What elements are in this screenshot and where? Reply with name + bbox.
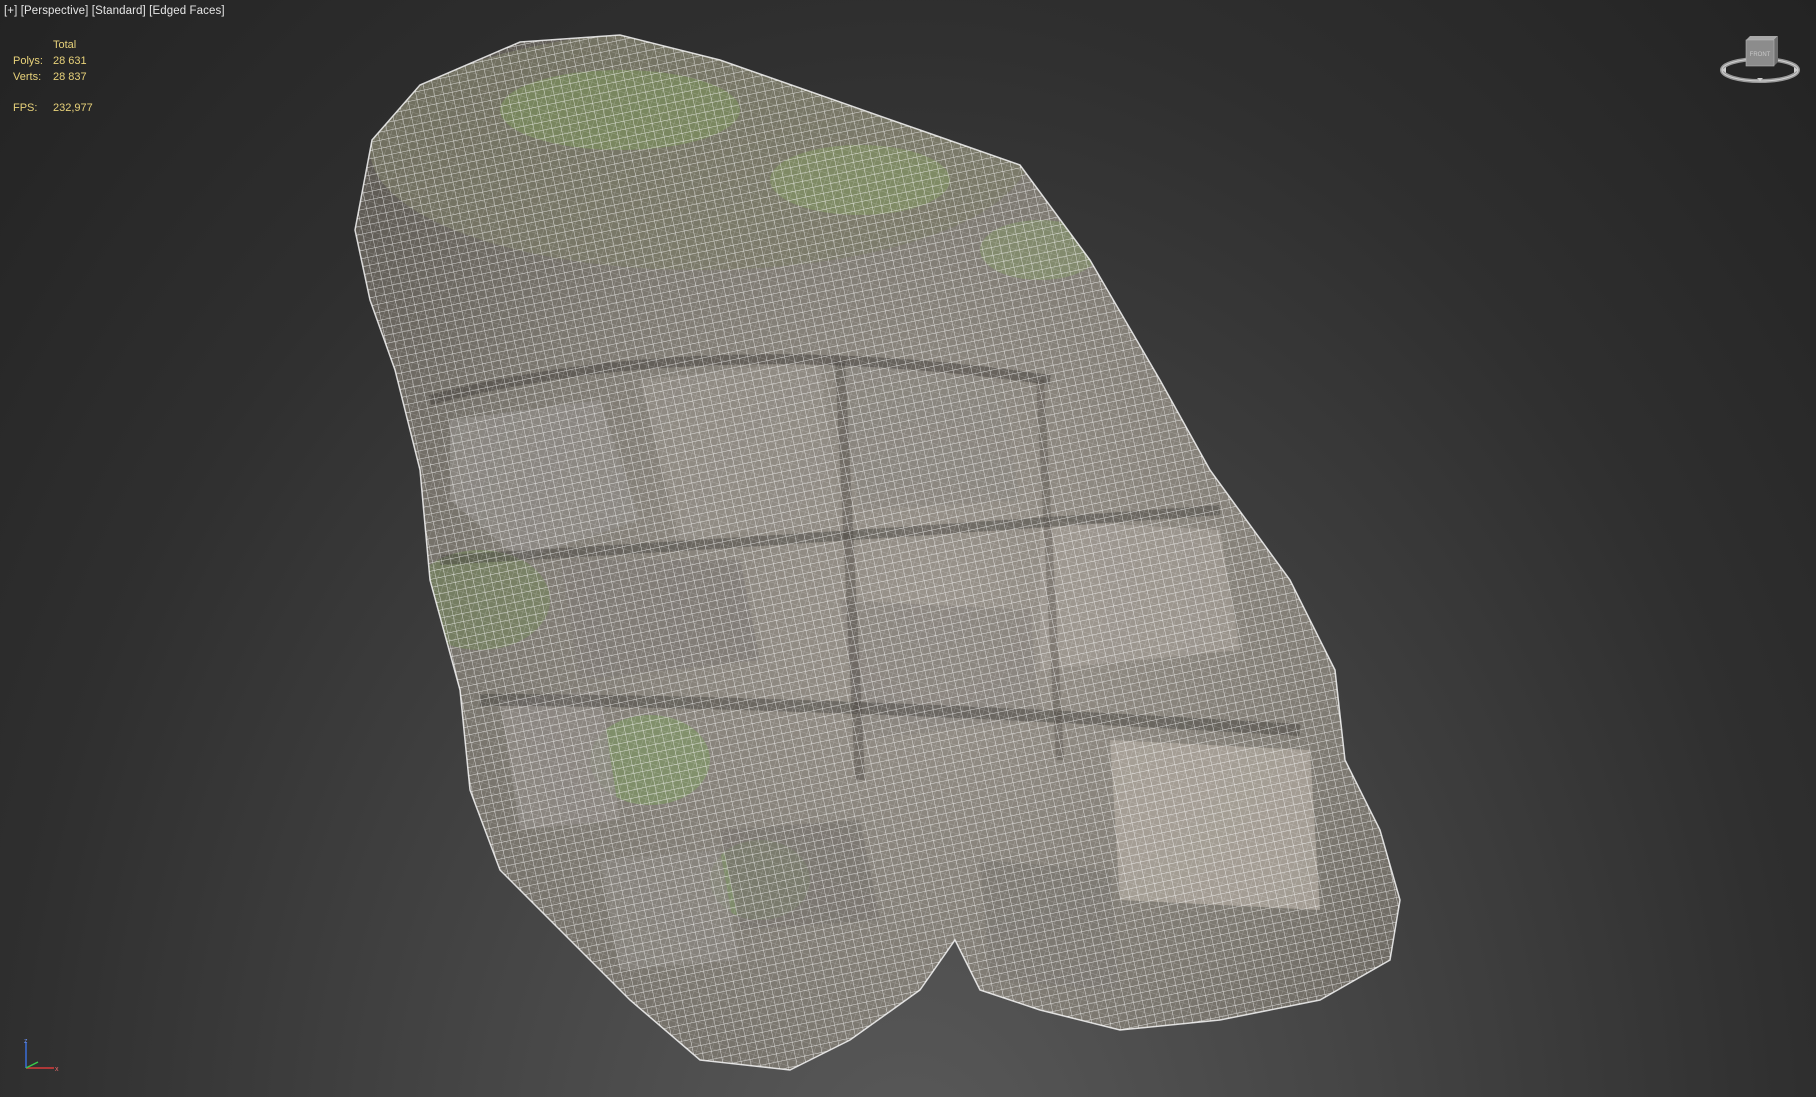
viewport-label: [+] [Perspective] [Standard] [Edged Face… (4, 5, 225, 17)
rock-mesh[interactable] (0, 0, 1816, 1097)
axis-tripod-icon: z x (24, 1038, 59, 1073)
viewcube-icon[interactable]: FRONT (1718, 30, 1802, 96)
verts-label: Verts: (13, 71, 42, 83)
viewport-menu-plus[interactable]: [+] (4, 5, 17, 17)
fps-value: 232,977 (53, 102, 93, 114)
polys-label: Polys: (13, 55, 43, 67)
svg-text:z: z (24, 1038, 28, 1045)
viewport-shading-standard[interactable]: [Standard] (92, 5, 146, 17)
fps-label: FPS: (13, 102, 38, 114)
viewcube-front-label[interactable]: FRONT (1750, 52, 1771, 58)
polys-value: 28 631 (53, 55, 87, 67)
stats-header: Total (53, 39, 77, 51)
svg-text:x: x (55, 1066, 59, 1073)
viewport-point-of-view[interactable]: [Perspective] (21, 5, 89, 17)
viewport-shading-edged-faces[interactable]: [Edged Faces] (149, 5, 224, 17)
perspective-viewport[interactable]: [+] [Perspective] [Standard] [Edged Face… (0, 0, 1816, 1097)
verts-value: 28 837 (53, 71, 87, 83)
viewport-statistics: Total Polys: 28 631 Verts: 28 837 FPS: 2… (13, 37, 93, 116)
